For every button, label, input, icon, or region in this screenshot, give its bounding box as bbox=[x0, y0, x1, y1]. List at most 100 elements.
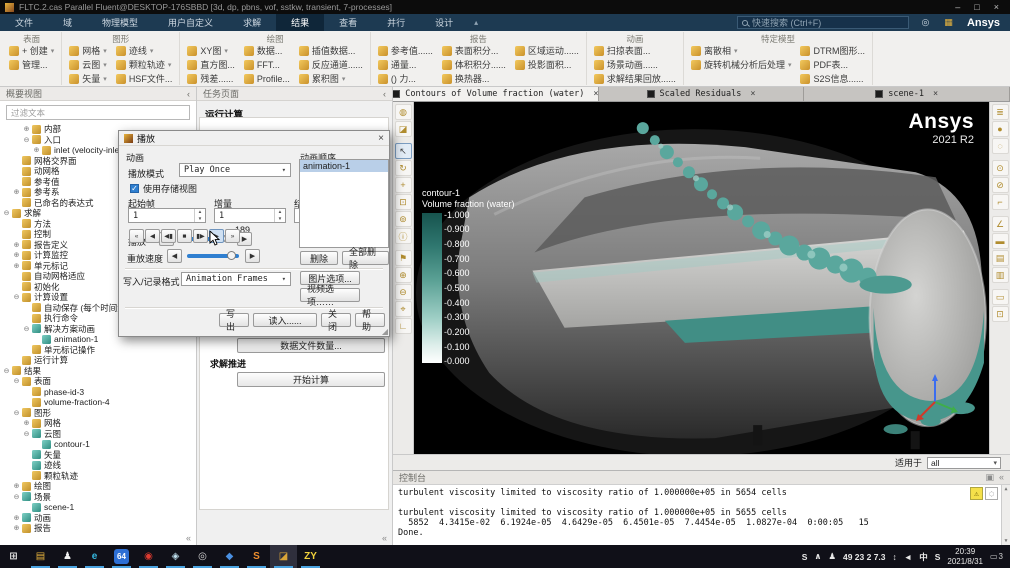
pointer-tool-button[interactable]: ↖ bbox=[394, 143, 412, 159]
tree-filter-input[interactable] bbox=[6, 105, 190, 120]
ribbon-collapse-icon[interactable]: ▴ bbox=[474, 18, 478, 27]
sogou-tray-icon[interactable]: S bbox=[802, 552, 808, 562]
use-stored-view-checkbox[interactable]: ✓ 使用存储视图 bbox=[130, 182, 197, 195]
monitor-values[interactable]: 49 23 2 7.3 bbox=[843, 552, 886, 562]
tree-item[interactable]: 颗粒轨迹 bbox=[0, 471, 196, 482]
help-button[interactable]: 帮助 bbox=[355, 309, 385, 332]
interpolated-data-button[interactable]: 插值数据... bbox=[298, 44, 363, 57]
apply-to-select[interactable]: all ▾ bbox=[927, 456, 1001, 469]
view-layers-button[interactable]: ≣ bbox=[991, 104, 1009, 120]
netdisk-icon[interactable]: ◆ bbox=[216, 545, 243, 568]
browser-64-icon[interactable]: 64 bbox=[108, 545, 135, 568]
tab-close-icon[interactable]: × bbox=[750, 89, 755, 99]
taskbar-clock[interactable]: 20:39 2021/8/31 bbox=[947, 547, 983, 566]
scene-animation-button[interactable]: 场景动画...... bbox=[593, 58, 676, 71]
outline-collapse-icon[interactable]: ‹ bbox=[187, 89, 190, 99]
fit-view-button[interactable]: ⌖ bbox=[394, 301, 412, 317]
tree-item[interactable]: ⊕ 动画 bbox=[0, 513, 196, 524]
slider-handle[interactable] bbox=[227, 251, 236, 260]
graphics-tab[interactable]: Contours of Volume fraction (water) × bbox=[393, 87, 599, 101]
expander-icon[interactable]: ⊖ bbox=[12, 293, 21, 301]
outline-scroll-hint[interactable]: « bbox=[186, 533, 191, 543]
graphics-tab[interactable]: scene-1 × bbox=[804, 87, 1010, 101]
expander-icon[interactable]: ⊕ bbox=[12, 262, 21, 270]
delete-button[interactable]: 删除 bbox=[300, 251, 338, 265]
increment-spinner[interactable]: 1 ▲ ▼ bbox=[214, 208, 286, 223]
expander-icon[interactable]: ⊕ bbox=[32, 146, 41, 154]
expander-icon[interactable]: ⊕ bbox=[12, 514, 21, 522]
shaded-view-button[interactable]: ● bbox=[991, 121, 1009, 137]
sogou2-tray-icon[interactable]: S bbox=[935, 552, 941, 562]
wireframe-view-button[interactable]: ◌ bbox=[991, 138, 1009, 154]
expander-icon[interactable]: ⊖ bbox=[12, 493, 21, 501]
info-button[interactable]: ⓘ bbox=[394, 228, 412, 244]
speed-right-button[interactable]: ▶ bbox=[245, 249, 260, 263]
menu-tab[interactable]: 用户自定义 bbox=[153, 14, 228, 31]
dtrm-graphics-button[interactable]: DTRM图形... bbox=[800, 44, 865, 57]
expander-icon[interactable]: ⊕ bbox=[12, 482, 21, 490]
maximize-button[interactable]: □ bbox=[974, 2, 979, 12]
notification-center[interactable]: ▭ 3 bbox=[990, 552, 1003, 561]
tree-item[interactable]: 迹线 bbox=[0, 460, 196, 471]
editor-icon[interactable]: S bbox=[243, 545, 270, 568]
histogram-button[interactable]: 直方图... bbox=[187, 58, 235, 71]
expander-icon[interactable]: ⊖ bbox=[2, 367, 11, 375]
surface-integrals-button[interactable]: 表面积分... bbox=[441, 44, 506, 57]
recorder-icon[interactable]: ◉ bbox=[135, 545, 162, 568]
volume-icon[interactable]: ◄ bbox=[904, 552, 912, 562]
reference-values-button[interactable]: 参考值...... bbox=[377, 44, 433, 57]
pet-tray-icon[interactable]: ♟ bbox=[828, 551, 836, 562]
graphics-canvas[interactable]: contour-1 Volume fraction (water) 1.000 0… bbox=[414, 102, 989, 454]
discrete-phase-button[interactable]: 离散相 ▾ bbox=[690, 44, 792, 57]
residuals-button[interactable]: 残差...... bbox=[187, 72, 235, 85]
speed-left-button[interactable]: ◀ bbox=[167, 249, 182, 263]
expander-icon[interactable]: ⊖ bbox=[12, 377, 21, 385]
vectors-button[interactable]: 矢量 ▾ bbox=[69, 72, 107, 85]
clip-plane-button[interactable]: ◪ bbox=[394, 121, 412, 137]
media-viewer-icon[interactable]: ◈ bbox=[162, 545, 189, 568]
heat-exchanger-button[interactable]: 换热器... bbox=[441, 72, 506, 85]
tree-item[interactable]: ⊖ 云图 bbox=[0, 429, 196, 440]
data-sources-button[interactable]: 数据... bbox=[243, 44, 290, 57]
forces-button[interactable]: () 力... bbox=[377, 72, 433, 85]
expander-icon[interactable]: ⊕ bbox=[12, 188, 21, 196]
read-button[interactable]: 读入...... bbox=[253, 313, 317, 327]
xy-plot-button[interactable]: XY图 ▾ bbox=[187, 44, 235, 57]
profile-data-button[interactable]: Profile... bbox=[243, 72, 290, 85]
dialog-close-button[interactable]: 关闭 bbox=[321, 309, 351, 332]
mesh-display-button[interactable]: 网格 ▾ bbox=[69, 44, 107, 57]
dialog-close-icon[interactable]: × bbox=[378, 133, 384, 144]
file-explorer-icon[interactable]: ▤ bbox=[27, 545, 54, 568]
last-frame-button[interactable]: » bbox=[225, 229, 240, 243]
animation-sequences-list[interactable]: animation-1 bbox=[299, 159, 389, 248]
highlight-button[interactable]: ▬ bbox=[991, 233, 1009, 249]
start-frame-spinner[interactable]: 1 ▲ ▼ bbox=[128, 208, 206, 223]
reaction-pathways-button[interactable]: 反应通道...... bbox=[298, 58, 363, 71]
hsf-file-button[interactable]: HSF文件... bbox=[115, 72, 172, 85]
step-back-button[interactable]: ◀▮ bbox=[161, 229, 176, 243]
fluxes-button[interactable]: 通量... bbox=[377, 58, 433, 71]
rotate-tool-button[interactable]: ↻ bbox=[394, 160, 412, 176]
console-output[interactable]: turbulent viscosity limited to viscosity… bbox=[393, 484, 1010, 545]
tree-item[interactable]: ⊖ 场景 bbox=[0, 492, 196, 503]
menu-tab[interactable]: 文件 bbox=[0, 14, 48, 31]
particle-tracks-button[interactable]: 颗粒轨迹 ▾ bbox=[115, 58, 173, 71]
expander-icon[interactable]: ⊕ bbox=[12, 524, 21, 532]
zy-icon[interactable]: ZY bbox=[297, 545, 324, 568]
pathlines-button[interactable]: 迹线 ▾ bbox=[115, 44, 173, 57]
tree-item[interactable]: phase-id-3 bbox=[0, 387, 196, 398]
zoom-box-tool-button[interactable]: ⊡ bbox=[394, 194, 412, 210]
menu-tab[interactable]: 查看 bbox=[324, 14, 372, 31]
expander-icon[interactable]: ⊕ bbox=[22, 419, 31, 427]
expander-icon[interactable]: ⊖ bbox=[22, 136, 31, 144]
tree-item[interactable]: ⊖ 结果 bbox=[0, 366, 196, 377]
console-scrollbar[interactable]: ▲ ▼ bbox=[1001, 485, 1010, 545]
quick-search-input[interactable]: 快速搜索 (Ctrl+F) bbox=[736, 16, 909, 29]
data-file-quantities-button[interactable]: 数据文件数量... bbox=[237, 338, 385, 353]
expander-icon[interactable]: ⊕ bbox=[12, 251, 21, 259]
taskpage-scroll-hint[interactable]: « bbox=[382, 533, 387, 543]
play-reverse-button[interactable]: ◀ bbox=[145, 229, 160, 243]
first-frame-button[interactable]: « bbox=[129, 229, 144, 243]
tab-close-icon[interactable]: × bbox=[933, 89, 938, 99]
cumulative-plot-button[interactable]: 累积图 ▾ bbox=[298, 72, 363, 85]
